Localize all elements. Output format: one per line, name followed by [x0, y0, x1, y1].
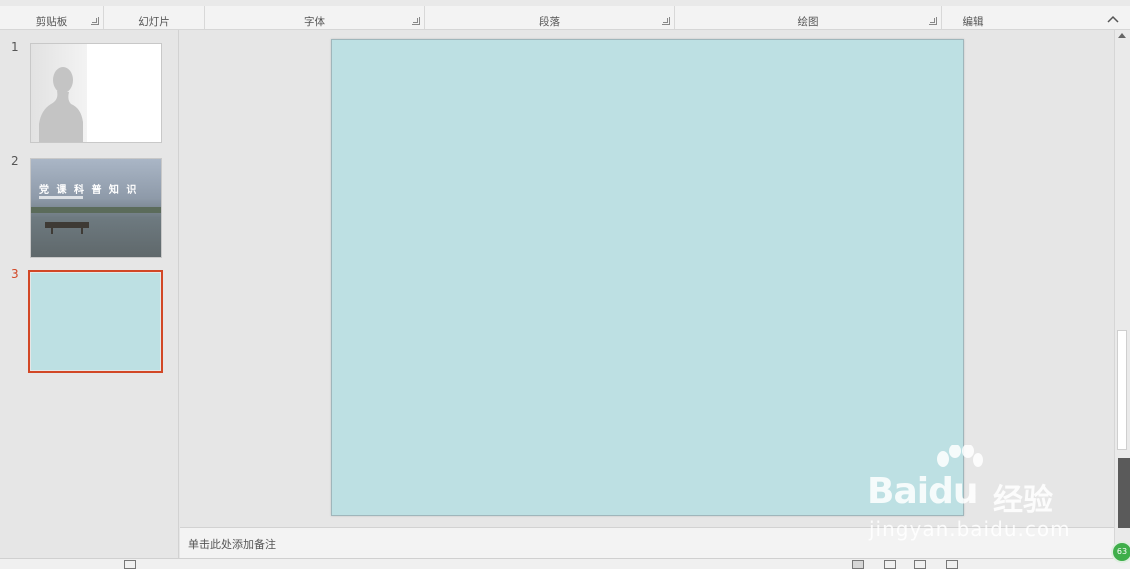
normal-view-icon[interactable] [852, 560, 864, 569]
ribbon-group-label: 绘图 [797, 16, 819, 28]
status-bar [0, 558, 1130, 569]
slide-sorter-view-icon[interactable] [884, 560, 896, 569]
window-edge-shadow [1118, 458, 1130, 528]
ribbon-group-strip: 剪贴板 幻灯片 字体 段落 绘图 编辑 [0, 0, 1130, 30]
slide-thumbnail-2[interactable]: 党 课 科 普 知 识 [30, 158, 162, 258]
slide-number: 3 [11, 267, 19, 281]
slide-number: 2 [11, 154, 19, 168]
ribbon-group-font: 字体 [205, 6, 425, 29]
ribbon-group-label: 编辑 [962, 16, 984, 28]
slide-thumbnail-3[interactable] [28, 270, 163, 373]
ribbon-group-label: 段落 [539, 16, 560, 28]
lake-shoreline [31, 207, 161, 213]
ribbon-group-label: 字体 [304, 16, 325, 28]
current-slide-canvas[interactable] [331, 39, 964, 516]
slide-thumbnail-1[interactable] [30, 43, 162, 143]
chevron-up-icon [1107, 15, 1119, 23]
reading-view-icon[interactable] [914, 560, 926, 569]
notes-placeholder: 单击此处添加备注 [188, 538, 276, 551]
drawing-dialog-launcher-icon[interactable] [929, 17, 937, 25]
person-silhouette-icon [39, 67, 83, 142]
ribbon-group-label: 剪贴板 [35, 16, 68, 28]
slideshow-view-icon[interactable] [946, 560, 958, 569]
notification-badge[interactable]: 63 [1111, 541, 1130, 563]
slide-number: 1 [11, 40, 19, 54]
notes-toggle-icon[interactable] [124, 560, 136, 569]
collapse-ribbon-button[interactable] [1106, 14, 1120, 26]
thumbnail-title: 党 课 科 普 知 识 [39, 185, 139, 196]
dock-post [81, 228, 83, 234]
scrollbar-thumb[interactable] [1117, 330, 1127, 450]
slide-thumbnail-pane[interactable]: 1 2 党 课 科 普 知 识 3 [0, 30, 179, 558]
ribbon-group-editing: 编辑 [942, 6, 1004, 29]
dock-post [51, 228, 53, 234]
thumbnail-blank-slide [31, 273, 160, 370]
scroll-up-arrow-icon[interactable] [1118, 33, 1126, 38]
thumbnail-subtitle-bar [39, 196, 83, 199]
ribbon-group-drawing: 绘图 [675, 6, 942, 29]
clipboard-dialog-launcher-icon[interactable] [91, 17, 99, 25]
ribbon-group-clipboard: 剪贴板 [0, 6, 104, 29]
slide-editing-area[interactable] [180, 30, 1114, 527]
ribbon-group-slides: 幻灯片 [104, 6, 205, 29]
paragraph-dialog-launcher-icon[interactable] [662, 17, 670, 25]
notes-pane[interactable]: 单击此处添加备注 [180, 527, 1114, 558]
ribbon-group-paragraph: 段落 [425, 6, 675, 29]
powerpoint-window: 剪贴板 幻灯片 字体 段落 绘图 编辑 1 2 党 课 科 普 知 识 3 单击… [0, 0, 1130, 569]
font-dialog-launcher-icon[interactable] [412, 17, 420, 25]
ribbon-group-label: 幻灯片 [138, 16, 170, 28]
